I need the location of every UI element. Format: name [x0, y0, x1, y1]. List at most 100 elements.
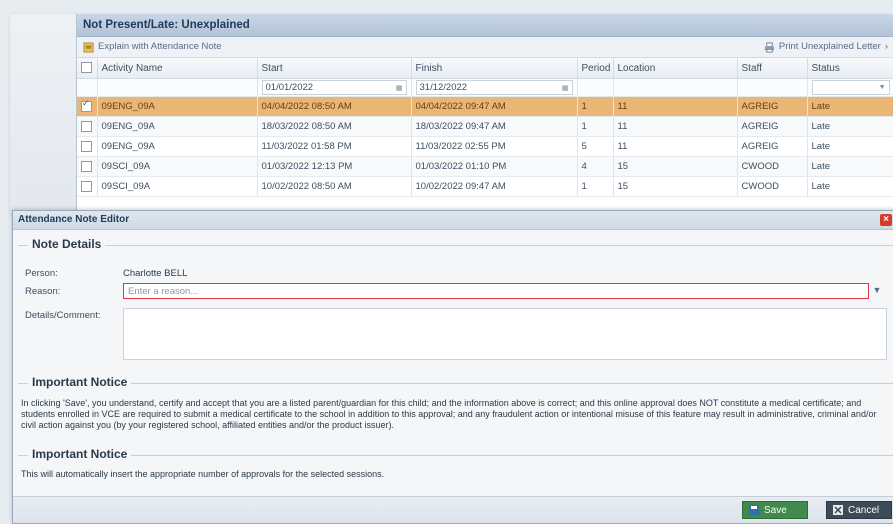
cell-location: 11	[613, 116, 738, 137]
save-icon	[749, 505, 759, 515]
row-select-cell[interactable]	[77, 156, 98, 177]
explain-with-note-button[interactable]: Explain with Attendance Note	[83, 37, 222, 57]
print-letter-button[interactable]: Print Unexplained Letter ›	[764, 37, 888, 57]
calendar-dropdown-icon[interactable]: ▦	[396, 84, 403, 92]
table-header-row: Activity Name Start Finish Period Locati…	[77, 58, 893, 79]
cell-period: 1	[577, 116, 614, 137]
dialog-title-bar: Attendance Note Editor ×	[13, 211, 893, 230]
table-row[interactable]: 09SCI_09A 10/02/2022 08:50 AM 10/02/2022 0…	[77, 176, 893, 197]
start-date-filter[interactable]: 01/01/2022 ▦	[261, 80, 407, 95]
cell-staff: CWOOD	[737, 156, 808, 177]
explain-with-note-label: Explain with Attendance Note	[98, 41, 222, 52]
cell-staff: AGREIG	[737, 136, 808, 157]
note-icon	[83, 41, 94, 53]
cell-staff: AGREIG	[737, 116, 808, 137]
important-notice-legend: Important Notice	[28, 375, 132, 389]
column-header-period[interactable]: Period	[577, 58, 614, 79]
cell-location: 15	[613, 156, 738, 177]
cell-activity: 09SCI_09A	[97, 156, 258, 177]
unexplained-attendance-panel: Not Present/Late: Unexplained Explain wi…	[76, 14, 893, 214]
cell-status: Late	[807, 176, 893, 197]
cell-location: 11	[613, 136, 738, 157]
select-all-checkbox[interactable]	[81, 62, 92, 74]
row-select-cell[interactable]	[77, 176, 98, 197]
panel-title: Not Present/Late: Unexplained	[77, 14, 893, 37]
filter-row: 01/01/2022 ▦ 31/12/2022 ▦ ▼	[77, 78, 893, 97]
cell-staff: AGREIG	[737, 96, 808, 117]
cell-activity: 09ENG_09A	[97, 96, 258, 117]
row-checkbox[interactable]	[81, 120, 92, 132]
chevron-down-icon[interactable]: ▼	[879, 84, 886, 91]
column-header-location[interactable]: Location	[613, 58, 738, 79]
cell-start: 04/04/2022 08:50 AM	[257, 96, 412, 117]
select-all-header[interactable]	[77, 58, 98, 79]
cell-status: Late	[807, 96, 893, 117]
cell-finish: 10/02/2022 09:47 AM	[411, 176, 578, 197]
cell-status: Late	[807, 116, 893, 137]
cell-finish: 18/03/2022 09:47 AM	[411, 116, 578, 137]
activity-filter[interactable]	[97, 78, 258, 97]
cell-start: 10/02/2022 08:50 AM	[257, 176, 412, 197]
save-label: Save	[764, 504, 787, 516]
print-letter-label: Print Unexplained Letter	[778, 41, 881, 52]
dialog-title: Attendance Note Editor	[18, 214, 130, 225]
cancel-icon	[833, 505, 843, 515]
cell-start: 11/03/2022 01:58 PM	[257, 136, 412, 157]
row-select-cell[interactable]	[77, 136, 98, 157]
more-icon[interactable]: ›	[885, 37, 888, 57]
cell-staff: CWOOD	[737, 176, 808, 197]
column-header-staff[interactable]: Staff	[737, 58, 808, 79]
cell-status: Late	[807, 136, 893, 157]
row-checkbox[interactable]	[81, 98, 92, 112]
cell-activity: 09ENG_09A	[97, 116, 258, 137]
row-checkbox[interactable]	[81, 180, 92, 192]
reason-input[interactable]: Enter a reason...	[123, 283, 869, 299]
auto-insert-notice-legend: Important Notice	[28, 447, 132, 461]
cell-location: 15	[613, 176, 738, 197]
person-label: Person:	[25, 268, 58, 279]
important-notice-text: In clicking 'Save', you understand, cert…	[21, 398, 877, 430]
row-checkbox[interactable]	[81, 160, 92, 172]
close-icon[interactable]: ×	[880, 214, 892, 226]
table-row[interactable]: 09SCI_09A 01/03/2022 12:13 PM 01/03/2022 0…	[77, 156, 893, 177]
cell-status: Late	[807, 156, 893, 177]
cell-finish: 11/03/2022 02:55 PM	[411, 136, 578, 157]
column-header-finish[interactable]: Finish	[411, 58, 578, 79]
column-header-activity[interactable]: Activity Name	[97, 58, 258, 79]
start-date-filter-value: 01/01/2022	[265, 82, 314, 93]
cell-start: 01/03/2022 12:13 PM	[257, 156, 412, 177]
cell-finish: 04/04/2022 09:47 AM	[411, 96, 578, 117]
cancel-button[interactable]: Cancel	[826, 501, 892, 519]
row-select-cell[interactable]	[77, 96, 98, 117]
cell-period: 4	[577, 156, 614, 177]
cell-activity: 09SCI_09A	[97, 176, 258, 197]
dialog-footer: Save Cancel	[13, 496, 893, 523]
table-row[interactable]: 09ENG_09A04/04/2022 08:50 AM04/04/2022 0…	[77, 96, 893, 117]
cell-finish: 01/03/2022 01:10 PM	[411, 156, 578, 177]
table-row[interactable]: 09ENG_09A 11/03/2022 01:58 PM 11/03/2022 0…	[77, 136, 893, 157]
attendance-note-editor-dialog: Attendance Note Editor × Note Details Pe…	[12, 210, 893, 524]
table-row[interactable]: 09ENG_09A 18/03/2022 08:50 AM 18/03/2022 0…	[77, 116, 893, 137]
left-navigation-gutter	[10, 14, 77, 214]
period-filter[interactable]	[577, 78, 614, 97]
finish-date-filter-value: 31/12/2022	[419, 82, 468, 93]
chevron-down-icon[interactable]: ▼	[871, 285, 883, 297]
staff-filter[interactable]	[737, 78, 808, 97]
row-checkbox[interactable]	[81, 140, 92, 152]
attendance-table: Activity Name Start Finish Period Locati…	[77, 58, 893, 197]
printer-icon	[764, 41, 774, 53]
details-comment-label: Details/Comment:	[25, 310, 101, 321]
status-filter[interactable]: ▼	[807, 78, 893, 97]
panel-toolbar: Explain with Attendance Note Print Unexp…	[77, 37, 893, 58]
details-comment-textarea[interactable]	[123, 308, 887, 360]
cell-location: 11	[613, 96, 738, 117]
save-button[interactable]: Save	[742, 501, 808, 519]
row-select-cell[interactable]	[77, 116, 98, 137]
calendar-dropdown-icon[interactable]: ▦	[562, 84, 569, 92]
finish-date-filter[interactable]: 31/12/2022 ▦	[415, 80, 573, 95]
column-header-start[interactable]: Start	[257, 58, 412, 79]
auto-insert-notice-text: This will automatically insert the appro…	[21, 469, 385, 479]
column-header-status[interactable]: Status	[807, 58, 893, 79]
note-details-legend: Note Details	[28, 237, 106, 251]
location-filter[interactable]	[613, 78, 738, 97]
